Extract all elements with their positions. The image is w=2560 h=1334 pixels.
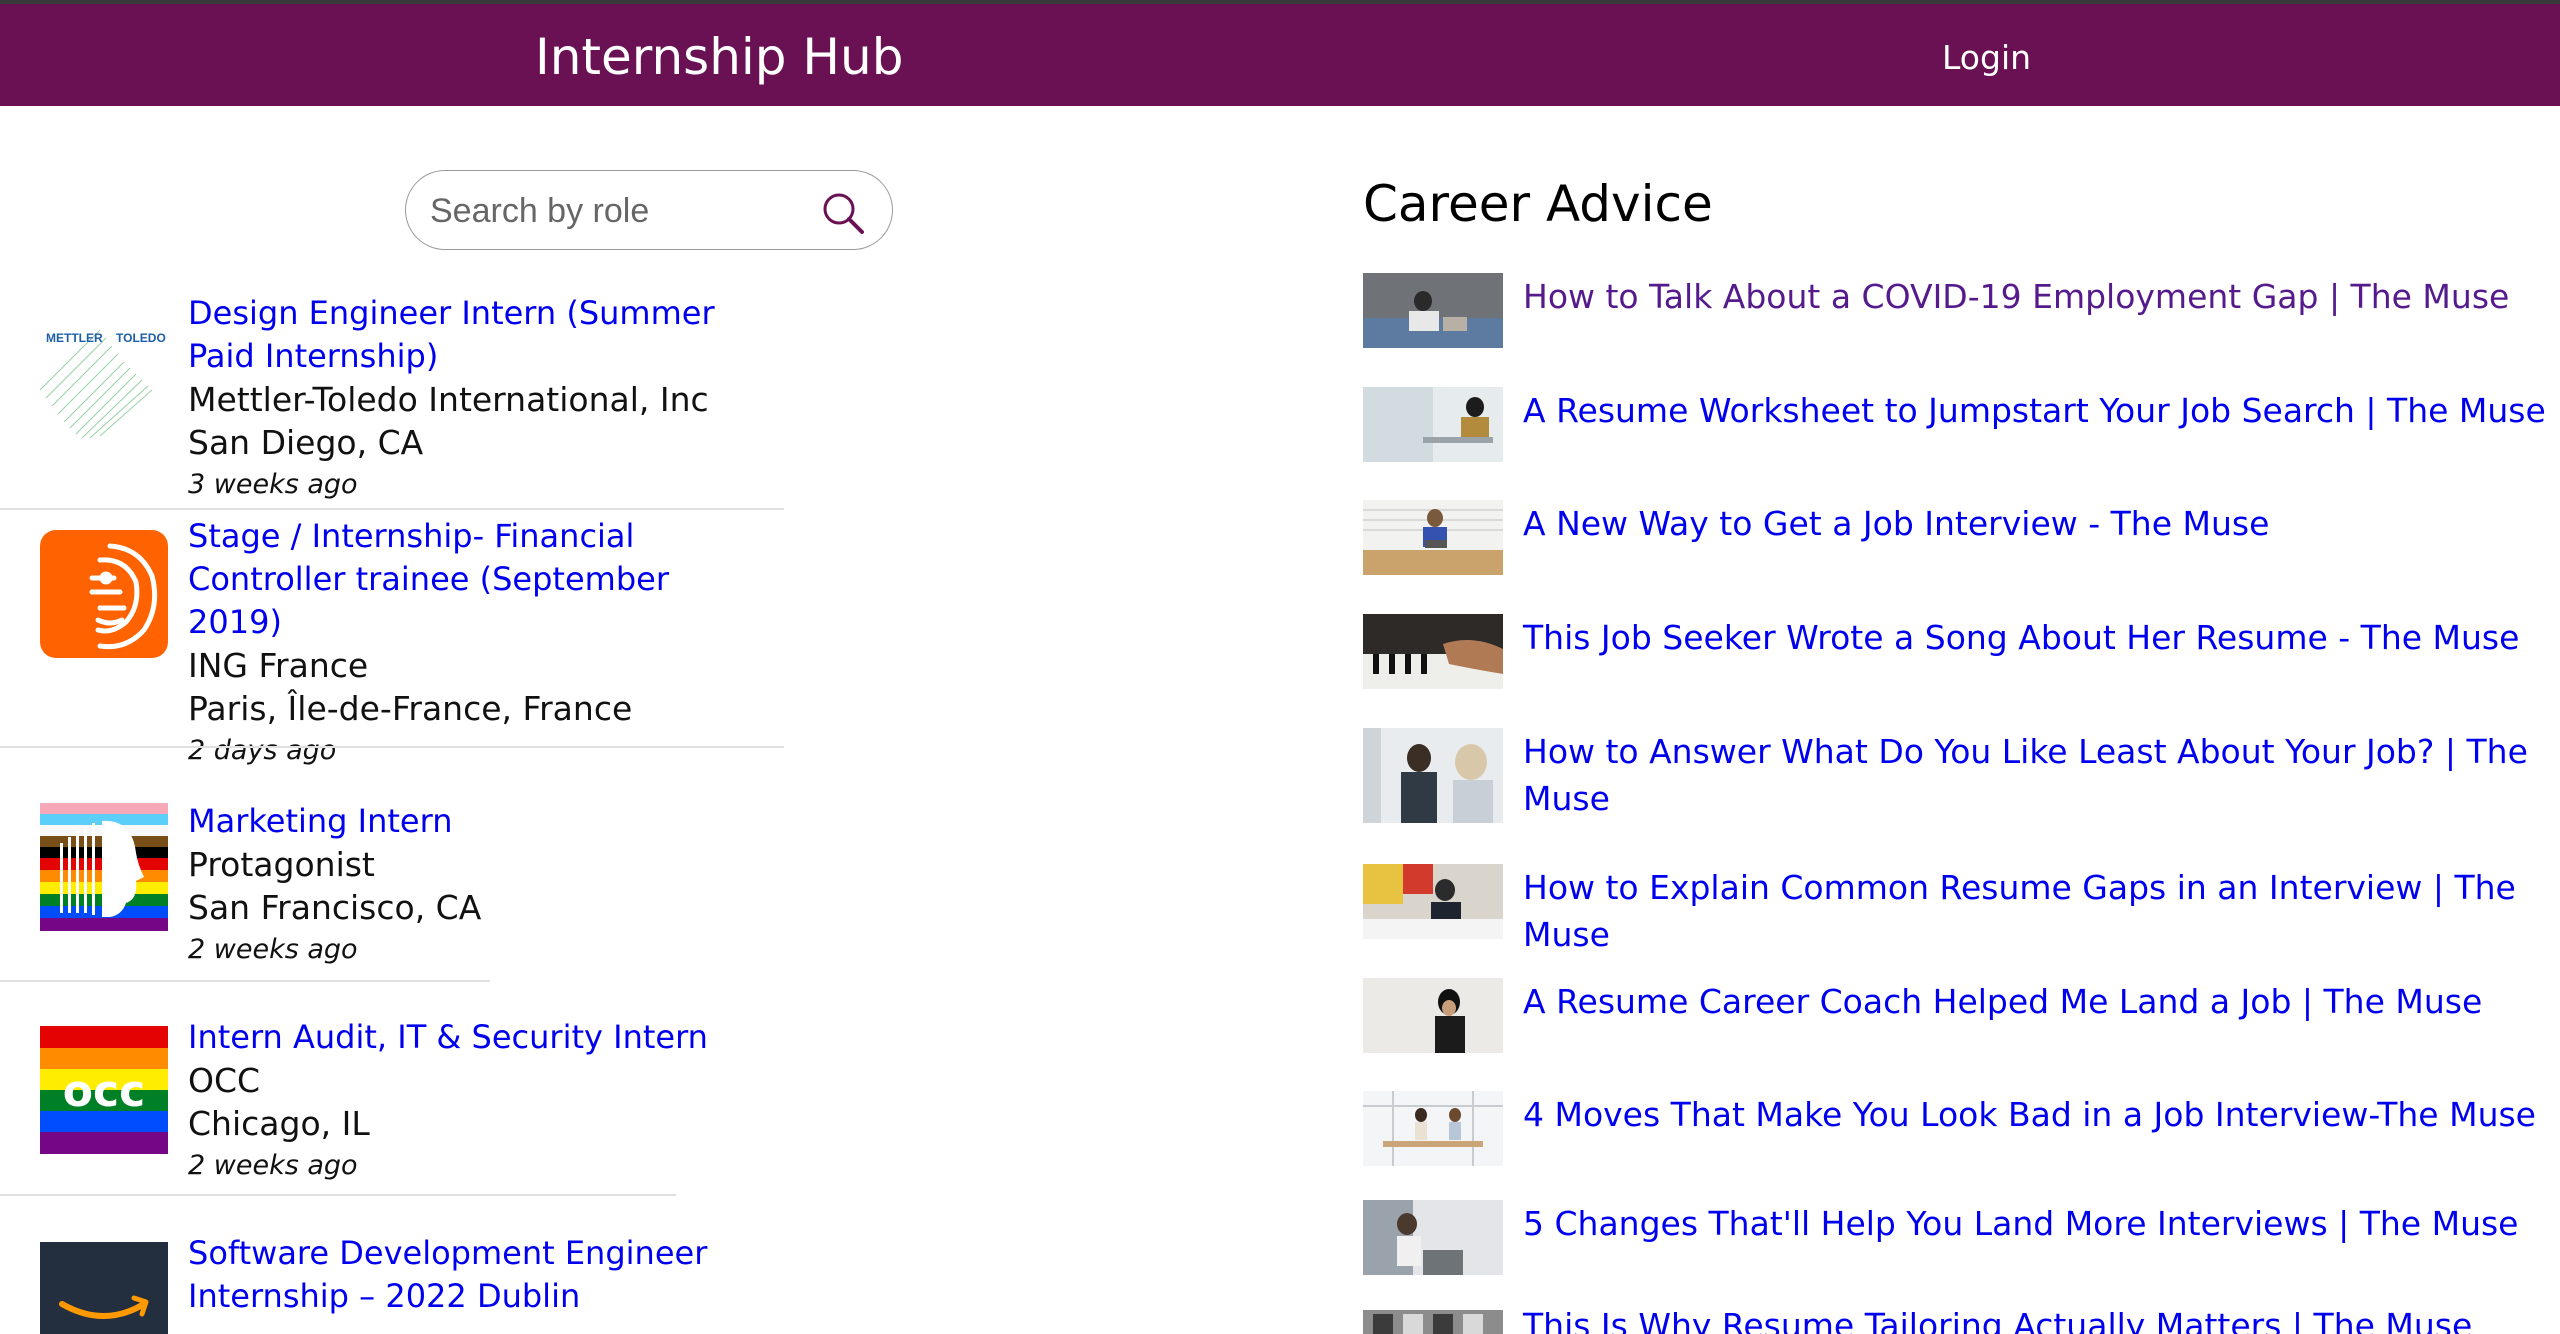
divider: [0, 746, 784, 748]
article-link[interactable]: A New Way to Get a Job Interview - The M…: [1523, 500, 2553, 547]
divider: [0, 980, 490, 982]
job-info: Design Engineer Intern (Summer Paid Inte…: [188, 292, 748, 506]
job-company: Mettler-Toledo International, Inc: [188, 380, 709, 419]
article-thumbnail[interactable]: [1363, 387, 1503, 462]
job-location: San Diego, CA: [188, 423, 424, 462]
article-thumbnail[interactable]: [1363, 1310, 1503, 1334]
article-thumbnail[interactable]: [1363, 864, 1503, 939]
article-link[interactable]: This Is Why Resume Tailoring Actually Ma…: [1523, 1310, 2543, 1334]
job-title-link[interactable]: Design Engineer Intern (Summer Paid Inte…: [188, 292, 748, 378]
advice-item: A Resume Worksheet to Jumpstart Your Job…: [1363, 387, 2546, 467]
job-title-link[interactable]: Stage / Internship- Financial Controller…: [188, 515, 748, 644]
protagonist-pride-logo: [40, 803, 168, 931]
advice-item: How to Explain Common Resume Gaps in an …: [1363, 864, 2543, 954]
occ-logo-text: occ: [63, 1066, 145, 1117]
divider: [0, 1194, 676, 1196]
job-item: METTLER TOLEDO Design Engineer Intern (S…: [0, 280, 800, 510]
article-link[interactable]: A Resume Worksheet to Jumpstart Your Job…: [1523, 387, 2553, 434]
advice-item: A Resume Career Coach Helped Me Land a J…: [1363, 978, 2543, 1058]
job-title-link[interactable]: Software Development Engineer Internship…: [188, 1232, 748, 1318]
mettler-toledo-logo: METTLER TOLEDO: [40, 310, 168, 438]
advice-item: 5 Changes That'll Help You Land More Int…: [1363, 1200, 2543, 1280]
divider: [0, 508, 784, 510]
job-item: Marketing Intern Protagonist San Francis…: [0, 800, 800, 1014]
job-posted-date: 2 weeks ago: [188, 1150, 358, 1181]
toledo-logo-text: TOLEDO: [116, 331, 166, 345]
advice-item: How to Answer What Do You Like Least Abo…: [1363, 728, 2543, 828]
job-company: ING France: [188, 646, 369, 685]
occ-pride-logo: occ: [40, 1026, 168, 1154]
advice-item: 4 Moves That Make You Look Bad in a Job …: [1363, 1091, 2543, 1171]
job-company: Protagonist: [188, 845, 375, 884]
job-posted-date: 2 weeks ago: [188, 934, 358, 965]
job-info: Marketing Intern Protagonist San Francis…: [188, 800, 748, 971]
article-link[interactable]: This Job Seeker Wrote a Song About Her R…: [1523, 614, 2553, 661]
career-advice-heading: Career Advice: [1363, 175, 1713, 233]
top-nav-bar: Internship Hub Login: [0, 4, 2560, 106]
advice-item: A New Way to Get a Job Interview - The M…: [1363, 500, 2543, 580]
site-brand[interactable]: Internship Hub: [535, 4, 903, 106]
job-location: San Francisco, CA: [188, 888, 482, 927]
job-item: Stage / Internship- Financial Controller…: [0, 512, 800, 766]
job-item: Software Development Engineer Internship…: [0, 1232, 800, 1334]
amazon-logo: [40, 1242, 168, 1334]
search-icon[interactable]: [821, 191, 865, 235]
mettler-logo-text: METTLER: [46, 331, 103, 345]
article-link[interactable]: How to Answer What Do You Like Least Abo…: [1523, 728, 2553, 822]
article-thumbnail[interactable]: [1363, 500, 1503, 575]
article-thumbnail[interactable]: [1363, 1200, 1503, 1275]
advice-item: How to Talk About a COVID-19 Employment …: [1363, 273, 2543, 353]
job-company: OCC: [188, 1061, 261, 1100]
job-posted-date: 2 days ago: [188, 735, 337, 766]
job-title-link[interactable]: Intern Audit, IT & Security Intern: [188, 1016, 748, 1059]
search-box: [405, 170, 893, 250]
job-info: Intern Audit, IT & Security Intern OCC C…: [188, 1016, 748, 1187]
job-location: Paris, Île-de-France, France: [188, 689, 633, 728]
ing-lion-logo: [40, 530, 168, 658]
job-info: Stage / Internship- Financial Controller…: [188, 515, 748, 772]
article-link[interactable]: How to Talk About a COVID-19 Employment …: [1523, 273, 2553, 320]
job-info: Software Development Engineer Internship…: [188, 1232, 748, 1318]
job-posted-date: 3 weeks ago: [188, 469, 358, 500]
article-thumbnail[interactable]: [1363, 614, 1503, 689]
article-link[interactable]: How to Explain Common Resume Gaps in an …: [1523, 864, 2553, 958]
login-link[interactable]: Login: [1942, 4, 2031, 106]
job-location: Chicago, IL: [188, 1104, 370, 1143]
article-link[interactable]: 4 Moves That Make You Look Bad in a Job …: [1523, 1091, 2553, 1138]
job-title-link[interactable]: Marketing Intern: [188, 800, 748, 843]
article-link[interactable]: 5 Changes That'll Help You Land More Int…: [1523, 1200, 2553, 1247]
advice-item: This Job Seeker Wrote a Song About Her R…: [1363, 614, 2543, 694]
article-thumbnail[interactable]: [1363, 1091, 1503, 1166]
search-input[interactable]: [428, 185, 802, 237]
article-link[interactable]: A Resume Career Coach Helped Me Land a J…: [1523, 978, 2553, 1025]
article-thumbnail[interactable]: [1363, 273, 1503, 348]
article-thumbnail[interactable]: [1363, 978, 1503, 1053]
job-item: occ Intern Audit, IT & Security Intern O…: [0, 1016, 800, 1232]
article-thumbnail[interactable]: [1363, 728, 1503, 823]
advice-item: This Is Why Resume Tailoring Actually Ma…: [1363, 1310, 2543, 1334]
